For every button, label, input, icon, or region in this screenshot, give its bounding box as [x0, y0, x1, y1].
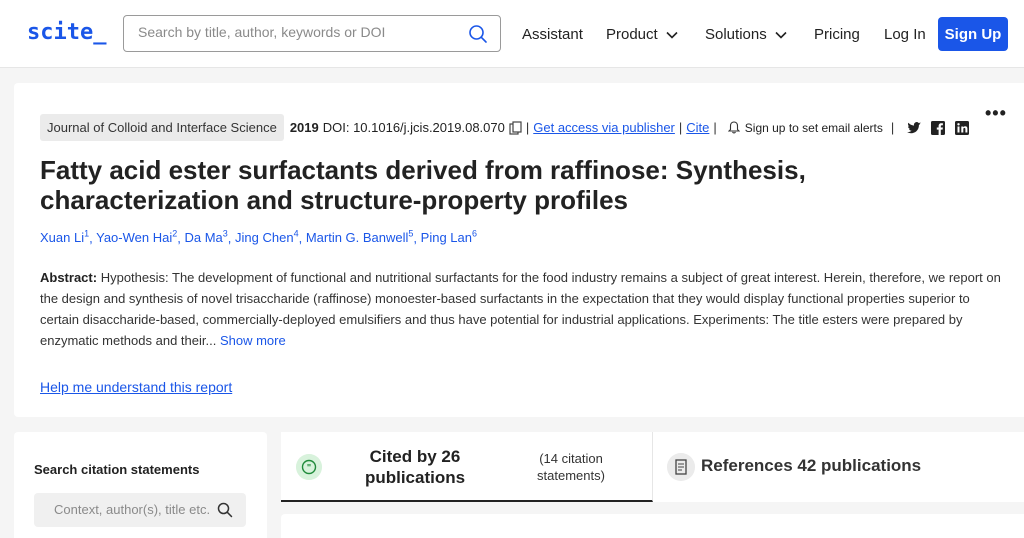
author-name: Yao-Wen Hai	[96, 230, 173, 246]
quote-icon: "	[296, 454, 322, 480]
tab-cited-by[interactable]: " Cited by 26 publications (14 citation …	[281, 432, 653, 502]
cited-by-label: Cited by 26 publications	[364, 447, 466, 487]
search-input[interactable]	[138, 24, 458, 40]
tab-references[interactable]: References 42 publications	[653, 432, 1024, 502]
abstract-label: Abstract:	[40, 270, 98, 285]
author-name: Jing Chen	[235, 230, 294, 246]
linkedin-icon[interactable]	[954, 120, 970, 136]
abstract: Abstract: Hypothesis: The development of…	[40, 267, 1002, 351]
author-link[interactable]: Yao-Wen Hai2	[96, 229, 177, 246]
search-icon[interactable]	[468, 24, 488, 44]
citation-statements-count: (14 citation statements)	[537, 451, 605, 483]
chevron-down-icon	[775, 31, 787, 39]
signup-button[interactable]: Sign Up	[938, 17, 1008, 51]
citation-results-card	[281, 514, 1024, 538]
author-link[interactable]: Jing Chen4	[235, 229, 299, 246]
document-icon	[667, 453, 695, 481]
copy-icon[interactable]	[509, 120, 522, 135]
bell-icon	[727, 121, 740, 134]
nav-solutions[interactable]: Solutions	[705, 26, 787, 43]
authors-list: Xuan Li1, Yao-Wen Hai2, Da Ma3, Jing Che…	[40, 229, 477, 245]
scite-logo[interactable]: scite_	[27, 20, 106, 45]
help-understand-link[interactable]: Help me understand this report	[40, 379, 232, 395]
author-name: Da Ma	[184, 230, 223, 246]
publication-year: 2019	[289, 120, 319, 135]
journal-badge[interactable]: Journal of Colloid and Interface Science	[40, 114, 284, 141]
citation-search-box[interactable]	[34, 493, 246, 527]
doi-text: DOI: 10.1016/j.jcis.2019.08.070	[322, 120, 505, 135]
cite-link[interactable]: Cite	[686, 120, 709, 135]
access-publisher-link[interactable]: Get access via publisher	[533, 120, 675, 135]
author-link[interactable]: Martin G. Banwell5	[305, 229, 414, 246]
citation-tabs: " Cited by 26 publications (14 citation …	[281, 432, 1024, 502]
author-separator: ,	[227, 230, 236, 246]
top-navbar: scite_ Assistant Product Solutions Prici…	[0, 0, 1024, 68]
twitter-icon[interactable]	[906, 120, 922, 136]
search-box[interactable]	[123, 15, 501, 52]
separator: |	[525, 120, 530, 135]
chevron-down-icon	[666, 31, 678, 39]
nav-solutions-label: Solutions	[705, 26, 767, 43]
author-name: Ping Lan	[420, 230, 472, 246]
author-separator: ,	[413, 230, 421, 246]
nav-assistant[interactable]: Assistant	[522, 26, 583, 43]
author-link[interactable]: Ping Lan6	[420, 229, 477, 246]
show-more-link[interactable]: Show more	[220, 333, 286, 348]
author-link[interactable]: Da Ma3	[184, 229, 227, 246]
paper-title: Fatty acid ester surfactants derived fro…	[40, 155, 806, 215]
author-link[interactable]: Xuan Li1	[40, 229, 89, 246]
paper-card: Journal of Colloid and Interface Science…	[14, 83, 1024, 417]
login-link[interactable]: Log In	[884, 26, 926, 43]
separator: |	[678, 120, 683, 135]
author-name: Xuan Li	[40, 230, 85, 246]
nav-pricing[interactable]: Pricing	[814, 26, 860, 43]
svg-text:": "	[307, 463, 311, 473]
citation-search-input[interactable]	[54, 502, 219, 517]
facebook-icon[interactable]	[930, 120, 946, 136]
author-separator: ,	[298, 230, 306, 246]
separator: |	[713, 120, 717, 135]
citation-search-title: Search citation statements	[34, 462, 200, 477]
references-label: References 42 publications	[701, 456, 922, 475]
separator: |	[890, 120, 895, 135]
citation-search-panel: Search citation statements	[14, 432, 267, 538]
search-icon[interactable]	[217, 502, 233, 518]
nav-product-label: Product	[606, 26, 658, 43]
author-affiliation-number: 6	[471, 229, 477, 239]
paper-meta-row: Journal of Colloid and Interface Science…	[40, 114, 970, 141]
author-name: Martin G. Banwell	[305, 230, 409, 246]
more-options-button[interactable]: •••	[985, 103, 1007, 124]
nav-product[interactable]: Product	[606, 26, 678, 43]
email-alerts-link[interactable]: Sign up to set email alerts	[745, 121, 883, 135]
abstract-text: Hypothesis: The development of functiona…	[40, 270, 1001, 348]
